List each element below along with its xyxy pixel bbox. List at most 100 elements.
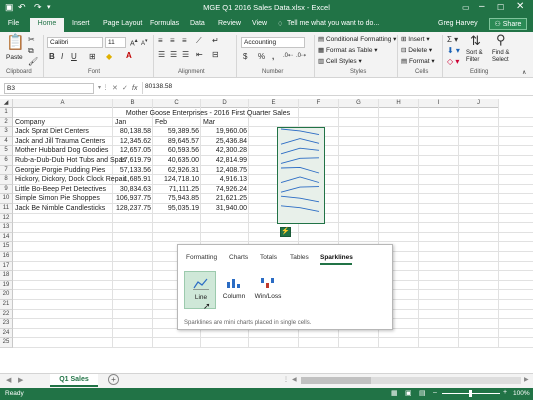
- company-cell[interactable]: Jack and Jill Trauma Centers: [13, 137, 113, 147]
- cut-icon[interactable]: ✂: [28, 35, 35, 44]
- comma-icon[interactable]: ,: [272, 52, 274, 61]
- company-cell[interactable]: Little Bo-Beep Pet Detectives: [13, 185, 113, 195]
- hscroll-right-icon[interactable]: ▶: [524, 376, 529, 383]
- value-cell[interactable]: 60,593.56: [153, 146, 201, 156]
- column-header[interactable]: C: [153, 99, 201, 108]
- row-header[interactable]: 10: [0, 194, 13, 204]
- value-cell[interactable]: 71,111.25: [153, 185, 201, 195]
- row-header[interactable]: 14: [0, 232, 13, 243]
- tab-data[interactable]: Data: [190, 20, 205, 27]
- formula-input[interactable]: 80138.58: [142, 82, 530, 94]
- number-format-box[interactable]: Accounting: [241, 37, 305, 48]
- copy-icon[interactable]: ⧉: [28, 46, 34, 55]
- value-cell[interactable]: 42,814.99: [201, 156, 249, 166]
- paste-button[interactable]: Paste: [6, 54, 23, 61]
- share-button[interactable]: ⚇ Share: [489, 18, 527, 30]
- sort-filter-icon[interactable]: ⇅: [470, 34, 481, 48]
- column-header[interactable]: I: [419, 99, 459, 108]
- row-header[interactable]: 12: [0, 213, 13, 224]
- format-cells-button[interactable]: ▤ Format ▾: [401, 57, 435, 65]
- tab-file[interactable]: File: [0, 17, 27, 32]
- sparkline-line-option[interactable]: Line: [184, 271, 216, 309]
- tab-formulas[interactable]: Formulas: [150, 20, 179, 27]
- find-select-icon[interactable]: ⚲: [496, 33, 506, 47]
- conditional-formatting-button[interactable]: ▤ Conditional Formatting ▾: [318, 35, 396, 43]
- scroll-left-icon[interactable]: ◀: [6, 376, 11, 384]
- quick-analysis-icon[interactable]: ⚡: [280, 227, 291, 237]
- value-cell[interactable]: 80,138.58: [113, 127, 153, 137]
- company-cell[interactable]: Mother Hubbard Dog Goodies: [13, 146, 113, 156]
- maximize-icon[interactable]: ☐: [497, 3, 504, 12]
- row-header[interactable]: 18: [0, 271, 13, 281]
- font-name-box[interactable]: Calibri: [47, 37, 103, 48]
- column-header[interactable]: H: [379, 99, 419, 108]
- percent-icon[interactable]: %: [258, 52, 265, 61]
- merge-center-icon[interactable]: ⊟: [212, 50, 219, 59]
- font-color-icon[interactable]: A: [126, 51, 132, 60]
- company-cell[interactable]: Jack Be Nimble Candlesticks: [13, 204, 113, 214]
- horizontal-scrollbar[interactable]: [301, 377, 521, 384]
- name-box-dropdown-icon[interactable]: ▾ ⋮: [98, 84, 109, 93]
- header-cell[interactable]: Company: [13, 118, 113, 128]
- decrease-font-icon[interactable]: A▾: [141, 37, 148, 49]
- increase-decimal-icon[interactable]: .0⇠: [283, 52, 293, 61]
- scroll-thumb[interactable]: [301, 377, 371, 384]
- insert-cells-button[interactable]: ⊞ Insert ▾: [401, 35, 430, 43]
- cell-styles-button[interactable]: ▥ Cell Styles ▾: [318, 57, 362, 65]
- underline-icon[interactable]: U: [71, 52, 77, 61]
- top-align-icon[interactable]: ≡: [158, 36, 163, 45]
- filter-button-label[interactable]: Filter: [466, 57, 479, 63]
- row-header[interactable]: 21: [0, 300, 13, 310]
- borders-icon[interactable]: ⊞: [89, 52, 96, 61]
- sparkline-winloss-option[interactable]: Win/Loss: [252, 271, 284, 309]
- row-header[interactable]: 25: [0, 338, 13, 348]
- column-header[interactable]: A: [13, 99, 113, 108]
- zoom-level[interactable]: 100%: [513, 390, 530, 397]
- close-icon[interactable]: ✕: [516, 1, 524, 12]
- split-handle-icon[interactable]: ⋮: [283, 376, 289, 383]
- value-cell[interactable]: 40,635.00: [153, 156, 201, 166]
- row-header[interactable]: 8: [0, 175, 13, 185]
- header-cell[interactable]: Feb: [153, 118, 201, 128]
- column-header[interactable]: J: [459, 99, 499, 108]
- paste-icon[interactable]: 📋: [6, 35, 25, 51]
- zoom-in-icon[interactable]: +: [503, 389, 507, 396]
- format-painter-icon[interactable]: 🖌: [28, 57, 38, 66]
- new-sheet-button[interactable]: +: [108, 374, 119, 385]
- row-header[interactable]: 13: [0, 223, 13, 233]
- clear-icon[interactable]: ◇ ▾: [447, 57, 459, 66]
- zoom-out-icon[interactable]: –: [433, 389, 437, 396]
- select-all-corner[interactable]: ◢: [0, 99, 13, 108]
- row-header[interactable]: 3: [0, 127, 13, 137]
- find-button-label[interactable]: Find &: [492, 50, 509, 56]
- value-cell[interactable]: 59,389.56: [153, 127, 201, 137]
- row-header[interactable]: 23: [0, 319, 13, 329]
- sparkline-column-option[interactable]: Column: [218, 271, 250, 309]
- row-header[interactable]: 6: [0, 156, 13, 166]
- header-cell[interactable]: Jan: [113, 118, 153, 128]
- tab-home[interactable]: Home: [30, 18, 64, 32]
- row-header[interactable]: 5: [0, 146, 13, 156]
- row-header[interactable]: 7: [0, 165, 13, 176]
- qa-tab-sparklines[interactable]: Sparklines: [320, 254, 353, 261]
- row-header[interactable]: 24: [0, 328, 13, 339]
- normal-view-icon[interactable]: ▦: [391, 389, 398, 397]
- dollar-icon[interactable]: $: [243, 52, 247, 61]
- format-as-table-button[interactable]: ▦ Format as Table ▾: [318, 46, 378, 54]
- company-cell[interactable]: Hickory, Dickory, Dock Clock Repair: [13, 175, 126, 185]
- value-cell[interactable]: 42,300.28: [201, 146, 249, 156]
- select-button-label[interactable]: Select: [492, 57, 509, 63]
- fill-icon[interactable]: ⬇ ▾: [447, 46, 460, 55]
- tab-view[interactable]: View: [252, 20, 267, 27]
- row-header[interactable]: 9: [0, 184, 13, 195]
- row-header[interactable]: 11: [0, 204, 13, 214]
- value-cell[interactable]: 30,834.63: [113, 185, 153, 195]
- delete-cells-button[interactable]: ⊟ Delete ▾: [401, 46, 432, 54]
- value-cell[interactable]: 25,436.84: [201, 137, 249, 147]
- value-cell[interactable]: 19,960.06: [201, 127, 249, 137]
- enter-icon[interactable]: ✓: [122, 84, 128, 93]
- row-header[interactable]: 2: [0, 117, 13, 128]
- italic-icon[interactable]: I: [61, 52, 63, 61]
- page-layout-view-icon[interactable]: ▣: [405, 389, 412, 397]
- value-cell[interactable]: 106,937.75: [113, 194, 153, 204]
